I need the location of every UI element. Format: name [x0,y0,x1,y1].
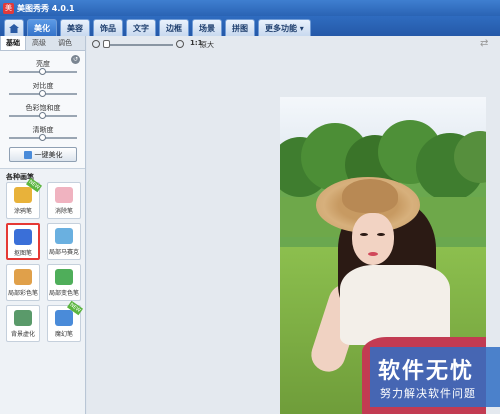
tab-beautify[interactable]: 美化 [27,19,57,36]
left-panel: 基础 高级 调色 ↺ 亮度 对比度 色彩饱和度 清晰度 一键美化 各种画笔 NE… [0,36,86,414]
brush-label: 涂鸦笔 [13,208,32,215]
magic-pen-icon [55,310,73,326]
zoom-slider-track[interactable] [103,44,173,46]
photo-eye-right [377,233,385,236]
brush-mosaic[interactable]: 局部马赛克 [47,223,81,260]
tab-frames[interactable]: 边框 [159,19,189,36]
cutout-pen-icon [14,229,32,245]
tab-scenes[interactable]: 场景 [192,19,222,36]
window-title: 美图秀秀 4.0.1 [17,3,75,13]
subtab-basic[interactable]: 基础 [0,36,26,50]
subtab-color[interactable]: 调色 [52,36,78,50]
zoom-slider-knob[interactable] [103,40,110,48]
local-color-pen-icon [14,269,32,285]
zoom-toolbar: 1:1 原大 ⇄ [87,36,500,53]
brush-label: 魔幻笔 [54,331,73,338]
adjust-panel: ↺ 亮度 对比度 色彩饱和度 清晰度 一键美化 [0,51,85,169]
app-logo-icon: 美 [3,2,14,14]
zoom-out-icon[interactable] [92,40,100,48]
share-icon[interactable]: ⇄ [480,39,496,49]
sharpness-slider-group: 清晰度 [0,125,86,141]
original-size-label[interactable]: 原大 [200,40,214,50]
title-bar: 美 美图秀秀 4.0.1 [0,0,500,16]
watermark: 软件无忧 努力解决软件问题 [370,347,500,407]
sub-tabs: 基础 高级 调色 [0,36,85,51]
brush-label: 局部变色笔 [48,290,79,297]
photo-lips [368,252,378,256]
brush-label: 消除笔 [54,208,73,215]
brush-magic[interactable]: NEW 魔幻笔 [47,300,84,342]
tab-text[interactable]: 文字 [126,19,156,36]
main-tab-bar: 美化 美容 饰品 文字 边框 场景 拼图 更多功能 ▾ [0,16,500,36]
photo-eye-left [360,233,368,236]
saturation-slider-group: 色彩饱和度 [0,103,86,119]
one-key-beautify-button[interactable]: 一键美化 [9,147,77,162]
subtab-advanced[interactable]: 高级 [26,36,52,50]
brush-eraser[interactable]: 消除笔 [47,182,81,219]
contrast-knob[interactable] [39,90,46,97]
sharpness-knob[interactable] [39,134,46,141]
background-blur-icon [14,310,32,326]
brush-doodle[interactable]: NEW 涂鸦笔 [6,177,43,219]
photo-top [340,265,450,345]
brightness-slider-group: 亮度 [0,59,86,75]
photo-face [352,213,394,265]
home-icon [9,23,19,33]
watermark-subtitle: 努力解决软件问题 [380,387,476,400]
zoom-in-icon[interactable] [176,40,184,48]
magic-wand-icon [23,150,32,159]
doodle-pen-icon [14,187,32,203]
recolor-pen-icon [55,269,73,285]
photo-hat-crown [342,179,398,213]
mosaic-icon [55,228,73,244]
tab-beauty[interactable]: 美容 [60,19,90,36]
brush-label: 局部彩色笔 [7,290,38,297]
brush-label: 局部马赛克 [48,249,79,256]
tab-collage[interactable]: 拼图 [225,19,255,36]
brush-label: 背景虚化 [10,331,35,338]
eraser-pen-icon [55,187,73,203]
tab-accessories[interactable]: 饰品 [93,19,123,36]
brush-recolor[interactable]: 局部变色笔 [47,264,81,301]
brush-background-blur[interactable]: 背景虚化 [6,305,40,342]
watermark-title: 软件无忧 [378,359,475,384]
brightness-knob[interactable] [39,68,46,75]
brush-label: 抠图笔 [13,250,32,257]
brush-local-color[interactable]: 局部彩色笔 [6,264,40,301]
brush-cutout[interactable]: 抠图笔 [6,223,40,260]
contrast-slider-group: 对比度 [0,81,86,97]
saturation-knob[interactable] [39,112,46,119]
one-key-beautify-label: 一键美化 [34,150,63,159]
tab-more-features[interactable]: 更多功能 ▾ [258,19,311,36]
tab-home[interactable] [4,19,24,36]
